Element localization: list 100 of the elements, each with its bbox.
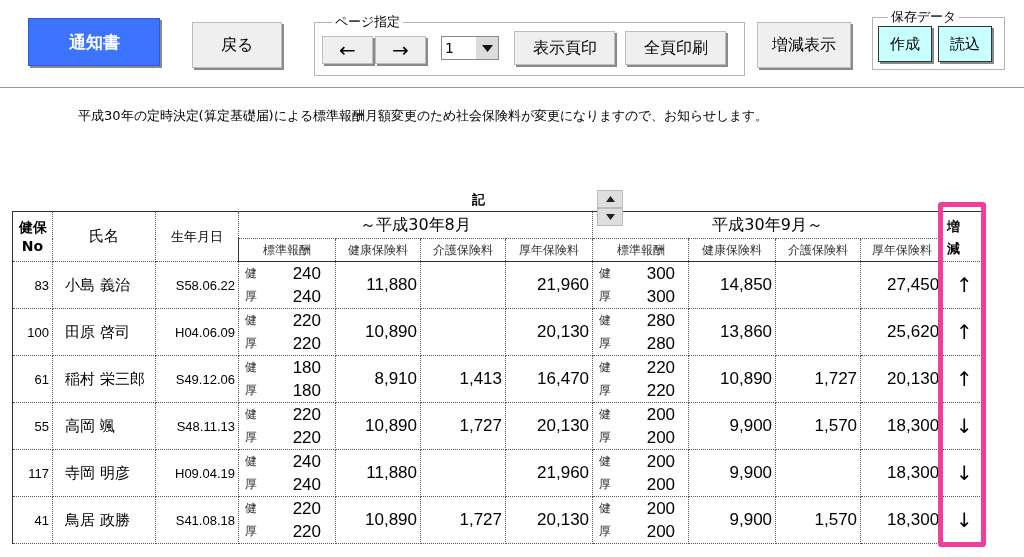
up-arrow-icon bbox=[605, 196, 615, 202]
table-cell-text: 厚 bbox=[599, 335, 613, 352]
table-cell-text: 180 bbox=[291, 357, 321, 379]
table-cell-text: 240 bbox=[291, 263, 321, 285]
table-cell-text: 厚 bbox=[245, 476, 258, 493]
table-cell-text: 220 bbox=[291, 521, 321, 543]
table-cell-text: 220 bbox=[291, 404, 321, 426]
column-header: 標準報酬 bbox=[238, 238, 336, 262]
table-cell-text: 220 bbox=[291, 310, 321, 332]
table-cell-text: 220 bbox=[291, 498, 321, 520]
table-cell-text: 健 bbox=[245, 406, 258, 423]
table-cell: 25,620 bbox=[887, 322, 940, 341]
change-view-button[interactable]: 増減表示 bbox=[757, 22, 851, 68]
table-cell: 20,130 bbox=[887, 369, 940, 388]
table-cell-text: 200 bbox=[645, 474, 676, 496]
table-cell: 27,450 bbox=[887, 275, 940, 294]
notice-button[interactable]: 通知書 bbox=[28, 18, 160, 66]
down-arrow-icon bbox=[605, 214, 615, 220]
table-cell-text: 200 bbox=[645, 427, 676, 449]
table-cell: 鳥居 政勝 bbox=[52, 496, 156, 544]
table-cell: 8,910 bbox=[374, 369, 417, 388]
table-cell-text: 健 bbox=[245, 359, 258, 376]
table-cell: 11,880 bbox=[366, 463, 417, 482]
change-arrow: ↑ bbox=[955, 273, 973, 297]
table-cell-text: 厚 bbox=[245, 382, 258, 399]
table-cell-text: 280 bbox=[645, 310, 676, 332]
table-cell: H04.06.09 bbox=[155, 308, 239, 356]
table-cell: 田原 啓司 bbox=[52, 308, 156, 356]
column-header: 健康保険料 bbox=[335, 238, 421, 262]
table-cell-text: 健 bbox=[245, 312, 258, 329]
table-cell: 18,300 bbox=[887, 510, 940, 529]
table-cell: 21,960 bbox=[537, 275, 590, 294]
column-header: 介護保険料 bbox=[775, 238, 861, 262]
group-title: 保存データ bbox=[890, 8, 957, 26]
table-cell: 11,880 bbox=[366, 275, 417, 294]
table-cell: 1,727 bbox=[814, 369, 858, 388]
print-button[interactable]: 全頁印刷 bbox=[625, 31, 726, 65]
table-cell: 61 bbox=[12, 355, 53, 403]
column-header: 増減 bbox=[947, 218, 961, 258]
table-cell-text: 300 bbox=[645, 286, 676, 308]
table-cell-text: 220 bbox=[291, 333, 321, 355]
previous-button[interactable]: ← bbox=[322, 35, 373, 64]
table-cell: 1,413 bbox=[459, 369, 502, 388]
table-cell: 13,860 bbox=[720, 322, 773, 341]
spin-button-group[interactable] bbox=[597, 190, 623, 226]
dropdown-caret-icon bbox=[481, 44, 493, 52]
change-arrow: ↓ bbox=[955, 414, 973, 438]
table-cell-text: 220 bbox=[645, 380, 676, 402]
table-cell: 20,130 bbox=[537, 416, 590, 435]
table-cell: 18,300 bbox=[887, 463, 940, 482]
table-cell: 1,727 bbox=[459, 510, 502, 529]
table-cell-text: 健 bbox=[599, 500, 613, 517]
table-cell-text: 健 bbox=[599, 265, 613, 282]
table-cell-text: 220 bbox=[291, 427, 321, 449]
table-cell-text: 健 bbox=[599, 312, 613, 329]
table-cell: 1,570 bbox=[814, 510, 858, 529]
table-cell: 1,727 bbox=[459, 416, 502, 435]
column-header: 氏名 bbox=[52, 211, 156, 262]
table-cell-text: 180 bbox=[291, 380, 321, 402]
table-cell-text: 200 bbox=[645, 404, 676, 426]
table-cell: 寺岡 明彦 bbox=[52, 449, 156, 497]
table-cell: 9,900 bbox=[729, 510, 773, 529]
table-cell-text: 健 bbox=[245, 453, 258, 470]
table-cell-text: 240 bbox=[291, 451, 321, 473]
table-cell: 小島 義治 bbox=[52, 261, 156, 309]
table-cell-text: 厚 bbox=[599, 476, 613, 493]
table-cell: 10,890 bbox=[365, 416, 417, 435]
table-cell-text: 厚 bbox=[245, 523, 258, 540]
change-arrow: ↓ bbox=[955, 508, 973, 532]
table-cell-text: 300 bbox=[645, 263, 676, 285]
table-cell: 117 bbox=[12, 449, 53, 497]
table-cell: S41.08.18 bbox=[155, 496, 239, 544]
table-cell-text: 厚 bbox=[599, 382, 613, 399]
table-cell: S49.12.06 bbox=[155, 355, 239, 403]
table-cell: 14,850 bbox=[720, 275, 773, 294]
table-cell-text: 健 bbox=[245, 265, 258, 282]
table-cell: 18,300 bbox=[887, 416, 940, 435]
table-cell: 稲村 栄三郎 bbox=[52, 355, 156, 403]
table-cell-text: 厚 bbox=[245, 429, 258, 446]
save-data-button[interactable]: 読込 bbox=[938, 26, 992, 62]
table-cell-text: 厚 bbox=[599, 288, 613, 305]
back-button[interactable]: 戻る bbox=[192, 22, 282, 68]
table-cell-text: 健 bbox=[245, 500, 258, 517]
group-title: ページ指定 bbox=[334, 13, 401, 31]
table-cell: 55 bbox=[12, 402, 53, 450]
table-cell-text: 220 bbox=[645, 357, 676, 379]
table-cell-text: 200 bbox=[645, 498, 676, 520]
page-dropdown[interactable]: 1 bbox=[441, 36, 499, 60]
table-cell: H09.04.19 bbox=[155, 449, 239, 497]
table-cell-text: 健 bbox=[599, 359, 613, 376]
save-data-button[interactable]: 作成 bbox=[878, 26, 932, 62]
table-cell: 21,960 bbox=[537, 463, 590, 482]
table-cell: 9,900 bbox=[729, 463, 773, 482]
next-button[interactable]: → bbox=[375, 35, 426, 64]
column-header: 標準報酬 bbox=[592, 238, 689, 262]
table-cell: 16,470 bbox=[537, 369, 590, 388]
change-arrow: ↑ bbox=[955, 320, 973, 344]
table-cell: 83 bbox=[12, 261, 53, 309]
print-button[interactable]: 表示頁印 bbox=[514, 31, 615, 65]
table-cell: 1,570 bbox=[814, 416, 858, 435]
